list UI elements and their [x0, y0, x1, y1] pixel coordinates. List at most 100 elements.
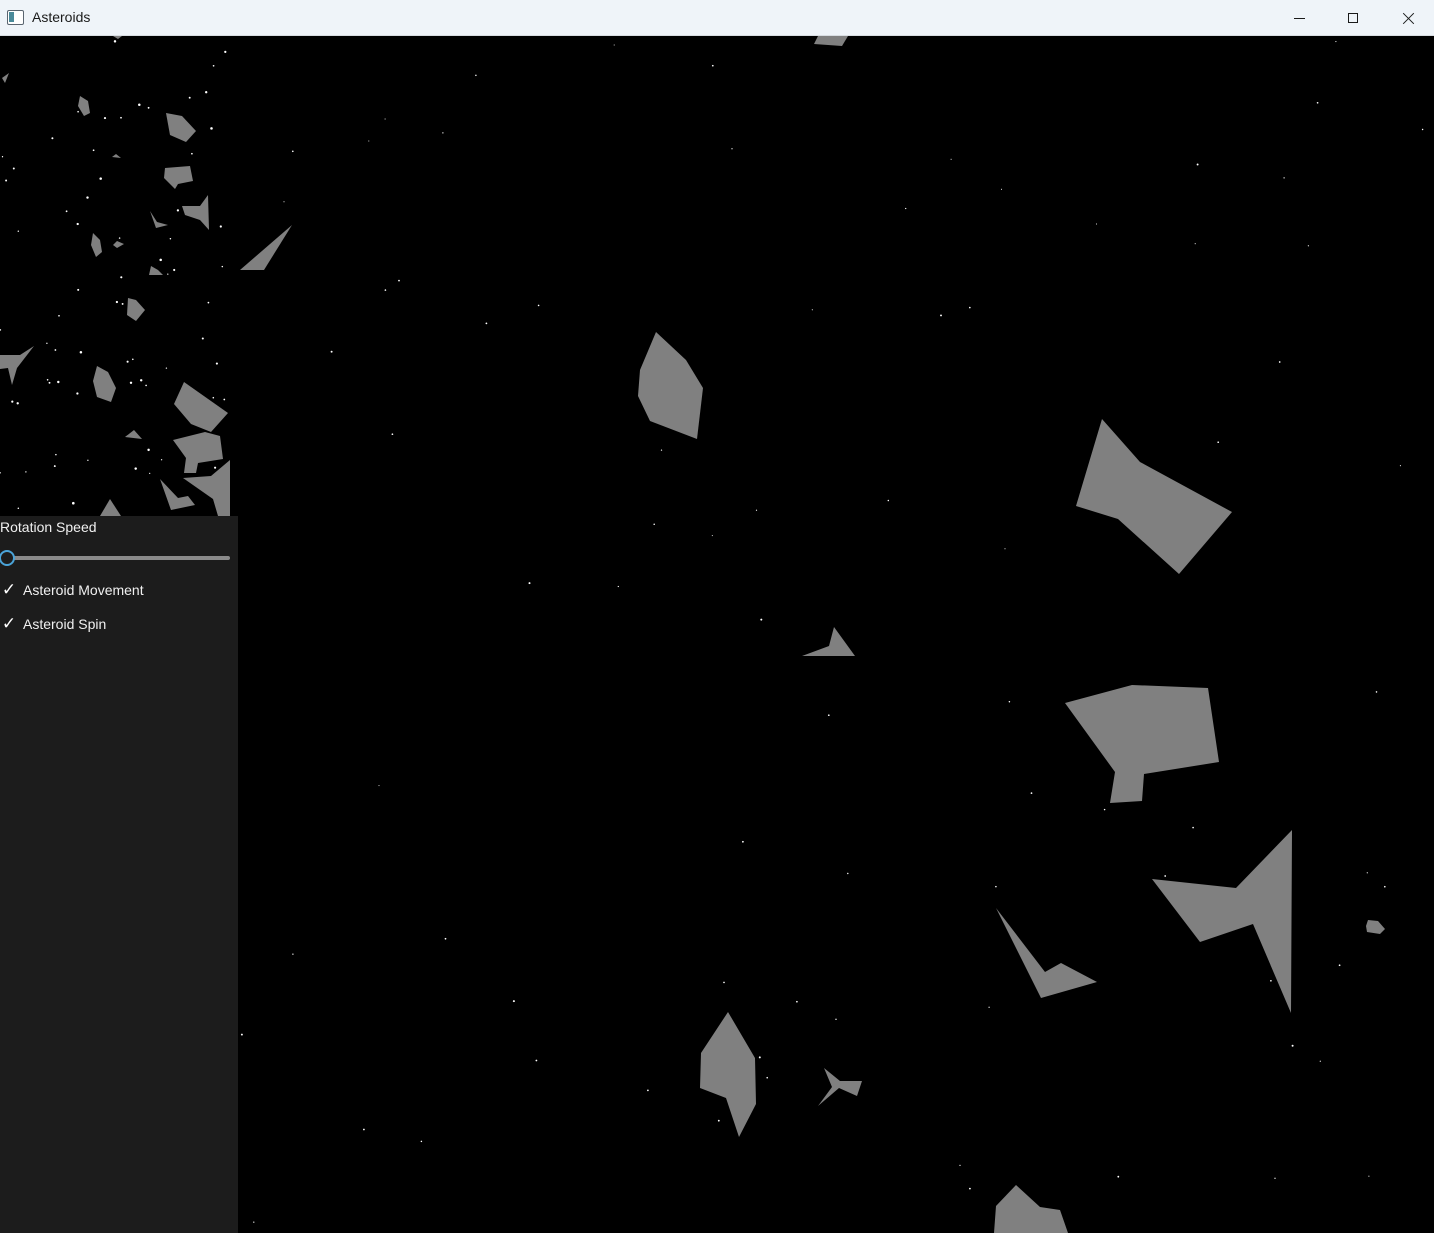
- star: [53, 465, 56, 468]
- star: [214, 466, 217, 469]
- star: [0, 329, 2, 331]
- star: [1, 156, 4, 158]
- star: [77, 288, 80, 291]
- close-button[interactable]: [1381, 0, 1434, 36]
- asteroid: [127, 298, 145, 321]
- star: [115, 300, 119, 304]
- star: [79, 351, 83, 354]
- star: [1095, 223, 1098, 225]
- close-icon: [1402, 12, 1415, 25]
- star: [647, 1089, 649, 1092]
- slider-track[interactable]: [6, 556, 230, 560]
- star: [16, 402, 19, 405]
- star: [1274, 1177, 1276, 1179]
- rotation-speed-slider[interactable]: [0, 548, 232, 568]
- star: [205, 91, 208, 94]
- star: [887, 499, 890, 502]
- star: [76, 392, 79, 395]
- star: [11, 400, 14, 403]
- star: [46, 342, 48, 344]
- star: [176, 209, 180, 212]
- star: [613, 44, 615, 46]
- star: [292, 953, 294, 955]
- star: [65, 210, 68, 213]
- star: [905, 207, 907, 210]
- star: [1192, 826, 1194, 829]
- star: [444, 937, 447, 940]
- star: [1338, 964, 1341, 967]
- checkmark-icon[interactable]: ✓: [0, 580, 18, 600]
- asteroid-movement-label: Asteroid Movement: [23, 582, 144, 598]
- star: [99, 177, 102, 180]
- asteroid: [100, 499, 121, 516]
- star: [215, 362, 218, 365]
- star: [378, 785, 380, 787]
- asteroid: [814, 36, 848, 46]
- checkmark-icon[interactable]: ✓: [0, 614, 18, 634]
- star: [398, 279, 400, 282]
- slider-thumb[interactable]: [0, 550, 15, 566]
- star: [1399, 465, 1401, 467]
- star: [391, 433, 394, 436]
- asteroid-spin-toggle[interactable]: ✓ Asteroid Spin: [0, 613, 106, 635]
- asteroid-spin-label: Asteroid Spin: [23, 616, 107, 632]
- asteroid: [93, 366, 116, 402]
- star: [240, 1033, 243, 1036]
- star: [58, 314, 60, 317]
- asteroid: [166, 113, 196, 142]
- title-bar[interactable]: Asteroids: [0, 0, 1434, 36]
- asteroid: [994, 1185, 1068, 1233]
- asteroid: [182, 195, 209, 230]
- asteroid: [0, 346, 34, 385]
- star: [711, 64, 714, 67]
- star: [76, 222, 79, 226]
- star: [760, 618, 763, 621]
- star: [653, 523, 655, 526]
- asteroid: [113, 36, 122, 39]
- star: [92, 149, 95, 152]
- star: [1103, 808, 1106, 811]
- star: [1283, 177, 1285, 179]
- star: [212, 64, 215, 67]
- star: [219, 225, 222, 228]
- star: [103, 117, 107, 120]
- star: [12, 167, 15, 170]
- app-window-icon: [7, 10, 24, 25]
- star: [54, 349, 57, 351]
- star: [1316, 101, 1319, 104]
- star: [660, 449, 663, 451]
- star: [17, 230, 20, 232]
- star: [384, 289, 387, 291]
- star: [731, 148, 733, 150]
- star: [442, 132, 444, 134]
- star: [330, 350, 333, 353]
- star: [221, 265, 224, 268]
- asteroid: [638, 332, 703, 439]
- star: [723, 981, 725, 984]
- star: [711, 535, 713, 537]
- star: [129, 381, 133, 385]
- asteroid-movement-toggle[interactable]: ✓ Asteroid Movement: [0, 579, 144, 601]
- star: [210, 127, 213, 130]
- star: [940, 314, 942, 317]
- star: [969, 1187, 971, 1190]
- star: [160, 459, 163, 461]
- maximize-button[interactable]: [1326, 0, 1380, 36]
- star: [988, 1006, 990, 1008]
- star: [1030, 792, 1033, 794]
- star: [1270, 979, 1272, 982]
- star: [959, 1164, 961, 1166]
- star: [1384, 885, 1386, 888]
- star: [1008, 701, 1011, 703]
- star: [169, 237, 172, 240]
- star: [159, 258, 162, 262]
- star: [145, 384, 147, 387]
- star: [420, 1140, 423, 1143]
- star: [120, 276, 123, 279]
- minimize-button[interactable]: [1272, 0, 1326, 36]
- asteroid: [240, 225, 292, 270]
- star: [86, 196, 89, 199]
- star: [138, 103, 141, 107]
- star: [212, 396, 215, 399]
- star: [1196, 163, 1199, 166]
